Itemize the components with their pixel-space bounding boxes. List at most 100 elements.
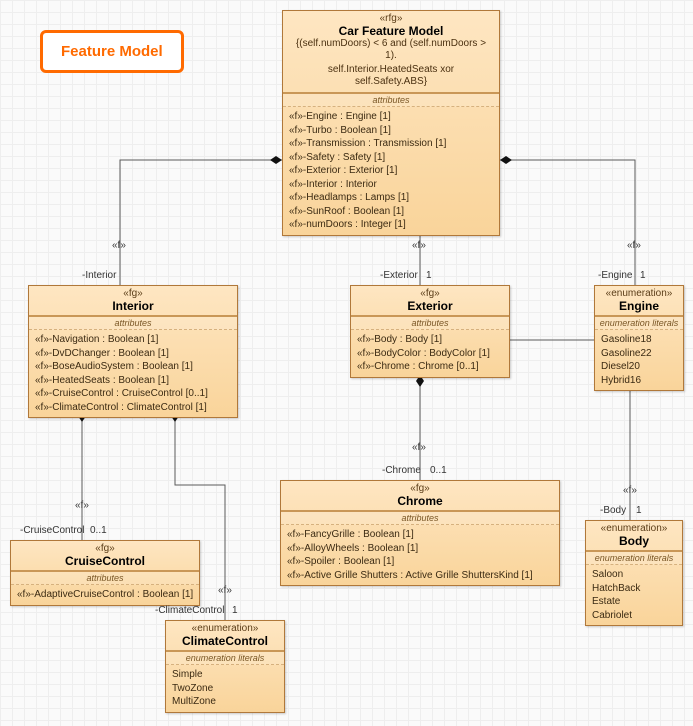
cruisecontrol-class[interactable]: «fg» CruiseControl attributes «f»-Adapti… — [10, 540, 200, 606]
stereotype: «enumeration» — [601, 288, 677, 299]
list-item: «f»-AlloyWheels : Boolean [1] — [287, 542, 553, 556]
attribute-list: «f»-Engine : Engine [1]«f»-Turbo : Boole… — [283, 107, 499, 235]
list-item: «f»-Exterior : Exterior [1] — [289, 164, 493, 178]
class-header: «enumeration» Body — [586, 521, 682, 551]
list-item: «f»-DvDChanger : Boolean [1] — [35, 347, 231, 361]
feature-model-badge: Feature Model — [40, 30, 184, 73]
list-item: Estate — [592, 595, 676, 609]
list-item: «f»-Spoiler : Boolean [1] — [287, 555, 553, 569]
section-attributes: attributes — [351, 316, 509, 330]
edge-mult-label: 1 — [232, 605, 238, 616]
stereotype: «fg» — [357, 288, 503, 299]
list-item: Simple — [172, 668, 278, 682]
section-attributes: attributes — [11, 571, 199, 585]
attribute-list: «f»-Body : Body [1]«f»-BodyColor : BodyC… — [351, 330, 509, 377]
edge-mult-label: 0..1 — [430, 465, 447, 476]
edge-f-label: «f» — [112, 240, 126, 251]
literal-list: SaloonHatchBackEstateCabriolet — [586, 565, 682, 625]
interior-class[interactable]: «fg» Interior attributes «f»-Navigation … — [28, 285, 238, 418]
list-item: «f»-CruiseControl : CruiseControl [0..1] — [35, 387, 231, 401]
section-attributes: attributes — [29, 316, 237, 330]
list-item: «f»-Chrome : Chrome [0..1] — [357, 360, 503, 374]
class-header: «fg» CruiseControl — [11, 541, 199, 571]
class-constraint-2: self.Interior.HeatedSeats xor self.Safet… — [289, 64, 493, 90]
edge-role-label: -Exterior — [380, 270, 418, 281]
edge-f-label: «f» — [218, 585, 232, 596]
edge-role-label: -Body — [600, 505, 626, 516]
list-item: Cabriolet — [592, 609, 676, 623]
section-literals: enumeration literals — [595, 316, 683, 330]
exterior-class[interactable]: «fg» Exterior attributes «f»-Body : Body… — [350, 285, 510, 378]
list-item: HatchBack — [592, 582, 676, 596]
climatecontrol-enum[interactable]: «enumeration» ClimateControl enumeration… — [165, 620, 285, 713]
chrome-class[interactable]: «fg» Chrome attributes «f»-FancyGrille :… — [280, 480, 560, 586]
edge-mult-label: 0..1 — [90, 525, 107, 536]
body-enum[interactable]: «enumeration» Body enumeration literals … — [585, 520, 683, 626]
list-item: «f»-Safety : Safety [1] — [289, 151, 493, 165]
literal-list: SimpleTwoZoneMultiZone — [166, 665, 284, 712]
class-title: Exterior — [357, 299, 503, 313]
edge-f-label: «f» — [412, 240, 426, 251]
list-item: «f»-Active Grille Shutters : Active Gril… — [287, 569, 553, 583]
section-attributes: attributes — [283, 93, 499, 107]
list-item: «f»-FancyGrille : Boolean [1] — [287, 528, 553, 542]
list-item: MultiZone — [172, 695, 278, 709]
badge-label: Feature Model — [61, 43, 163, 60]
stereotype: «fg» — [287, 483, 553, 494]
list-item: Gasoline22 — [601, 347, 677, 361]
section-literals: enumeration literals — [586, 551, 682, 565]
edge-f-label: «f» — [75, 500, 89, 511]
literal-list: Gasoline18Gasoline22Diesel20Hybrid16 — [595, 330, 683, 390]
edge-f-label: «f» — [623, 485, 637, 496]
class-title: Chrome — [287, 494, 553, 508]
attribute-list: «f»-AdaptiveCruiseControl : Boolean [1] — [11, 585, 199, 605]
edge-role-label: -ClimateControl — [155, 605, 224, 616]
list-item: «f»-Interior : Interior — [289, 178, 493, 192]
attribute-list: «f»-Navigation : Boolean [1]«f»-DvDChang… — [29, 330, 237, 417]
list-item: «f»-ClimateControl : ClimateControl [1] — [35, 401, 231, 415]
list-item: «f»-Headlamps : Lamps [1] — [289, 191, 493, 205]
stereotype: «enumeration» — [172, 623, 278, 634]
edge-role-label: -Interior — [82, 270, 116, 281]
class-title: CruiseControl — [17, 554, 193, 568]
list-item: «f»-Turbo : Boolean [1] — [289, 124, 493, 138]
list-item: «f»-Transmission : Transmission [1] — [289, 137, 493, 151]
class-title: Engine — [601, 299, 677, 313]
edge-mult-label: 1 — [640, 270, 646, 281]
list-item: Saloon — [592, 568, 676, 582]
list-item: «f»-BoseAudioSystem : Boolean [1] — [35, 360, 231, 374]
class-header: «fg» Exterior — [351, 286, 509, 316]
list-item: Gasoline18 — [601, 333, 677, 347]
section-attributes: attributes — [281, 511, 559, 525]
list-item: «f»-Navigation : Boolean [1] — [35, 333, 231, 347]
class-header: «fg» Chrome — [281, 481, 559, 511]
engine-enum[interactable]: «enumeration» Engine enumeration literal… — [594, 285, 684, 391]
list-item: «f»-BodyColor : BodyColor [1] — [357, 347, 503, 361]
class-header: «enumeration» Engine — [595, 286, 683, 316]
class-title: Body — [592, 534, 676, 548]
list-item: TwoZone — [172, 682, 278, 696]
stereotype: «fg» — [17, 543, 193, 554]
edge-mult-label: 1 — [636, 505, 642, 516]
stereotype: «rfg» — [289, 13, 493, 24]
list-item: «f»-HeatedSeats : Boolean [1] — [35, 374, 231, 388]
class-header: «rfg» Car Feature Model {(self.numDoors)… — [283, 11, 499, 93]
class-title: ClimateControl — [172, 634, 278, 648]
edge-mult-label: 1 — [426, 270, 432, 281]
section-literals: enumeration literals — [166, 651, 284, 665]
car-feature-model-class[interactable]: «rfg» Car Feature Model {(self.numDoors)… — [282, 10, 500, 236]
list-item: «f»-numDoors : Integer [1] — [289, 218, 493, 232]
stereotype: «enumeration» — [592, 523, 676, 534]
edge-role-label: -Engine — [598, 270, 632, 281]
class-title: Interior — [35, 299, 231, 313]
list-item: «f»-AdaptiveCruiseControl : Boolean [1] — [17, 588, 193, 602]
list-item: «f»-Body : Body [1] — [357, 333, 503, 347]
edge-f-label: «f» — [412, 442, 426, 453]
class-header: «enumeration» ClimateControl — [166, 621, 284, 651]
class-title: Car Feature Model — [289, 24, 493, 38]
list-item: Diesel20 — [601, 360, 677, 374]
edge-role-label: -CruiseControl — [20, 525, 84, 536]
list-item: «f»-SunRoof : Boolean [1] — [289, 205, 493, 219]
edge-role-label: -Chrome — [382, 465, 421, 476]
list-item: Hybrid16 — [601, 374, 677, 388]
